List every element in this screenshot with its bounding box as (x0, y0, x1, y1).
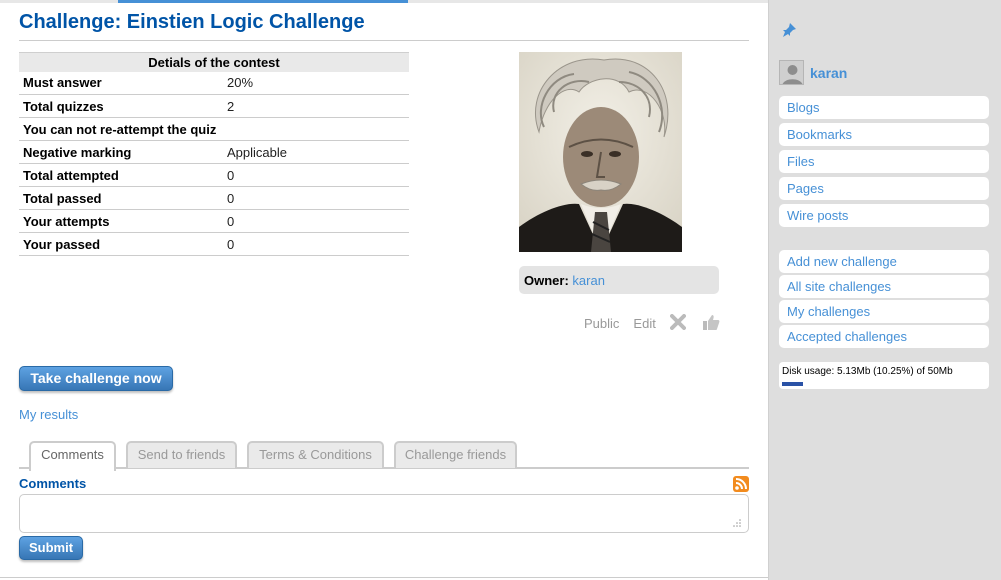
sidebar-owner: karan (779, 60, 847, 85)
row-value: 2 (227, 94, 409, 118)
comments-title: Comments (19, 476, 87, 491)
tab-comments[interactable]: Comments (29, 441, 116, 471)
table-row: Your passed 0 (19, 232, 409, 256)
tab-send-to-friends[interactable]: Send to friends (126, 441, 237, 468)
rss-icon[interactable] (733, 476, 749, 492)
row-label: Total passed (19, 186, 227, 210)
contest-details-table: Detials of the contest Must answer 20% To… (19, 52, 409, 256)
row-value: 0 (227, 163, 409, 187)
disk-usage-box: Disk usage: 5.13Mb (10.25%) of 50Mb (779, 362, 989, 389)
bottom-divider (0, 577, 768, 578)
challenge-menu: Add new challenge All site challenges My… (779, 250, 989, 350)
sidebar-item-accepted-challenges[interactable]: Accepted challenges (779, 325, 989, 348)
table-row: Must answer 20% (19, 71, 409, 95)
challenge-image (519, 52, 682, 252)
tab-bar: Comments Send to friends Terms & Conditi… (19, 440, 749, 471)
row-label: You can not re-attempt the quiz (19, 117, 409, 141)
access-level: Public (584, 316, 620, 331)
owner-label: Owner: (524, 273, 569, 288)
row-label: Your attempts (19, 209, 227, 233)
row-value: 0 (227, 186, 409, 210)
disk-usage-text: Disk usage: 5.13Mb (10.25%) of 50Mb (782, 366, 953, 377)
row-label: Total quizzes (19, 94, 227, 118)
owner-link[interactable]: karan (572, 273, 605, 288)
table-row: Total attempted 0 (19, 163, 409, 187)
row-label: Must answer (19, 71, 227, 95)
comment-input[interactable] (19, 494, 749, 533)
row-value: 0 (227, 209, 409, 233)
my-results-link[interactable]: My results (19, 407, 78, 422)
resize-grip-icon[interactable] (731, 517, 741, 527)
sidebar-item-files[interactable]: Files (779, 150, 989, 173)
row-label: Total attempted (19, 163, 227, 187)
pin-icon[interactable] (781, 22, 797, 38)
edit-link[interactable]: Edit (633, 316, 655, 331)
details-header: Detials of the contest (19, 52, 409, 72)
row-label: Negative marking (19, 140, 227, 164)
avatar[interactable] (779, 60, 804, 85)
sidebar-item-add-new-challenge[interactable]: Add new challenge (779, 250, 989, 273)
table-row: You can not re-attempt the quiz (19, 117, 409, 141)
main-content: Challenge: Einstien Logic Challenge Deti… (19, 0, 749, 580)
sidebar-item-pages[interactable]: Pages (779, 177, 989, 200)
comments-heading: Comments (19, 476, 749, 492)
sidebar-item-blogs[interactable]: Blogs (779, 96, 989, 119)
disk-usage-bar (782, 382, 803, 386)
close-x-icon[interactable] (669, 314, 686, 333)
submit-button[interactable]: Submit (19, 536, 83, 560)
row-value: 20% (227, 71, 409, 95)
page-title: Challenge: Einstien Logic Challenge (19, 11, 365, 33)
sidebar-item-bookmarks[interactable]: Bookmarks (779, 123, 989, 146)
sidebar-menu: Blogs Bookmarks Files Pages Wire posts (779, 96, 989, 231)
table-row: Negative marking Applicable (19, 140, 409, 164)
table-row: Your attempts 0 (19, 209, 409, 233)
sidebar-item-wire-posts[interactable]: Wire posts (779, 204, 989, 227)
row-value: Applicable (227, 140, 409, 164)
thumbs-up-icon[interactable] (702, 314, 720, 333)
owner-box: Owner: karan (519, 266, 719, 294)
tab-challenge-friends[interactable]: Challenge friends (394, 441, 517, 468)
sidebar-owner-name[interactable]: karan (810, 65, 847, 81)
tab-terms-conditions[interactable]: Terms & Conditions (247, 441, 384, 468)
entity-menu: Public Edit (584, 314, 720, 333)
title-divider (19, 40, 749, 41)
sidebar: karan Blogs Bookmarks Files Pages Wire p… (768, 0, 1001, 580)
table-row: Total quizzes 2 (19, 94, 409, 118)
sidebar-item-all-site-challenges[interactable]: All site challenges (779, 275, 989, 298)
row-value: 0 (227, 232, 409, 256)
sidebar-item-my-challenges[interactable]: My challenges (779, 300, 989, 323)
take-challenge-button[interactable]: Take challenge now (19, 366, 173, 391)
row-label: Your passed (19, 232, 227, 256)
table-row: Total passed 0 (19, 186, 409, 210)
